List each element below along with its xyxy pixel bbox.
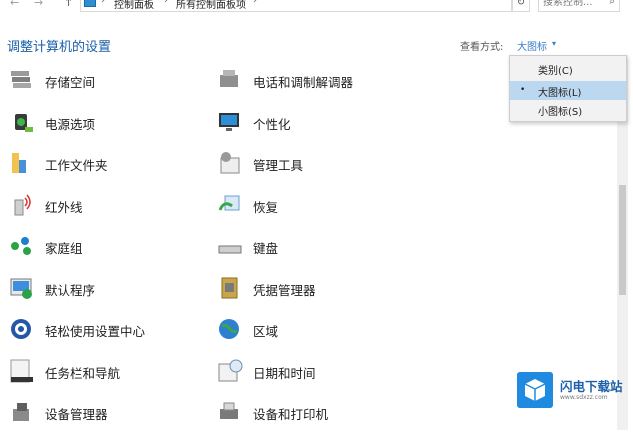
up-arrow-icon[interactable]: ↑ — [64, 0, 73, 9]
item-label: 任务栏和导航 — [45, 366, 121, 381]
item-label: 轻松使用设置中心 — [45, 324, 146, 339]
item-label: 红外线 — [45, 200, 83, 215]
view-by-dropdown[interactable]: 大图标 — [517, 38, 547, 53]
devices-printers-icon — [220, 402, 238, 419]
item-label: 区域 — [253, 324, 279, 339]
address-bar-area: ← → ↑ › 控制面板 › 所有控制面板项 › ↻ 搜索控制... ⌕ — [0, 0, 633, 14]
menu-item-category[interactable]: 类别(C) — [510, 59, 626, 78]
credential-manager-icon — [221, 277, 238, 299]
item-label: 恢复 — [253, 200, 279, 215]
chevron-down-icon[interactable]: ▾ — [552, 39, 556, 48]
search-input[interactable]: 搜索控制... ⌕ — [538, 0, 620, 12]
phone-modem-icon — [220, 70, 238, 87]
menu-item-large-icons[interactable]: • 大图标(L) — [510, 81, 626, 100]
taskbar-icon — [10, 359, 33, 383]
item-label: 默认程序 — [45, 283, 96, 298]
power-options-icon — [15, 114, 33, 132]
watermark: 闪电下载站 www.sdxzz.com — [517, 372, 627, 408]
item-label: 电源选项 — [45, 117, 96, 132]
forward-arrow-icon[interactable]: → — [34, 0, 43, 9]
site-logo-icon — [517, 372, 553, 408]
item-label: 键盘 — [253, 241, 279, 256]
watermark-url: www.sdxzz.com — [560, 394, 608, 401]
control-panel-icon — [84, 0, 96, 7]
breadcrumb-separator: › — [164, 0, 168, 6]
item-label: 日期和时间 — [253, 366, 316, 381]
item-label: 设备和打印机 — [253, 407, 329, 422]
recovery-icon — [218, 195, 240, 211]
breadcrumb-separator: › — [101, 0, 105, 6]
search-icon: ⌕ — [609, 0, 615, 7]
admin-tools-icon — [220, 152, 240, 174]
default-programs-icon — [10, 278, 32, 299]
item-label: 凭据管理器 — [253, 283, 316, 298]
refresh-button[interactable]: ↻ — [512, 0, 530, 12]
region-icon — [219, 319, 239, 339]
work-folders-icon — [12, 153, 26, 173]
storage-spaces-icon — [11, 71, 31, 88]
menu-item-label: 大图标(L) — [538, 88, 582, 99]
search-placeholder: 搜索控制... — [543, 0, 593, 8]
keyboard-icon — [218, 245, 242, 254]
scrollbar-thumb[interactable] — [619, 185, 626, 295]
selected-dot-icon: • — [520, 85, 526, 95]
item-label: 管理工具 — [253, 158, 304, 173]
item-label: 设备管理器 — [45, 407, 108, 422]
item-label: 存储空间 — [45, 75, 96, 90]
ease-of-access-icon — [11, 319, 31, 339]
date-time-icon — [218, 359, 243, 382]
item-label: 家庭组 — [45, 241, 83, 256]
menu-item-small-icons[interactable]: 小图标(S) — [510, 100, 626, 119]
menu-item-label: 类别(C) — [538, 66, 573, 77]
homegroup-icon — [11, 237, 31, 255]
item-label: 工作文件夹 — [45, 158, 108, 173]
device-manager-icon — [13, 403, 29, 421]
view-by-menu: 类别(C) • 大图标(L) 小图标(S) — [509, 55, 627, 122]
item-label: 个性化 — [253, 117, 291, 132]
menu-item-label: 小图标(S) — [538, 107, 583, 118]
item-label: 电话和调制解调器 — [253, 75, 354, 90]
breadcrumb-control-panel[interactable]: 控制面板 — [114, 0, 154, 11]
address-field[interactable]: › 控制面板 › 所有控制面板项 › — [80, 0, 512, 12]
watermark-name: 闪电下载站 — [560, 379, 623, 394]
back-arrow-icon[interactable]: ← — [10, 0, 19, 9]
page-title: 调整计算机的设置 — [7, 40, 112, 55]
breadcrumb-all-items[interactable]: 所有控制面板项 — [176, 0, 246, 11]
breadcrumb-separator: › — [253, 0, 257, 6]
infrared-icon — [14, 194, 31, 216]
personalization-icon — [219, 113, 239, 131]
view-by-label: 查看方式: — [460, 42, 504, 53]
